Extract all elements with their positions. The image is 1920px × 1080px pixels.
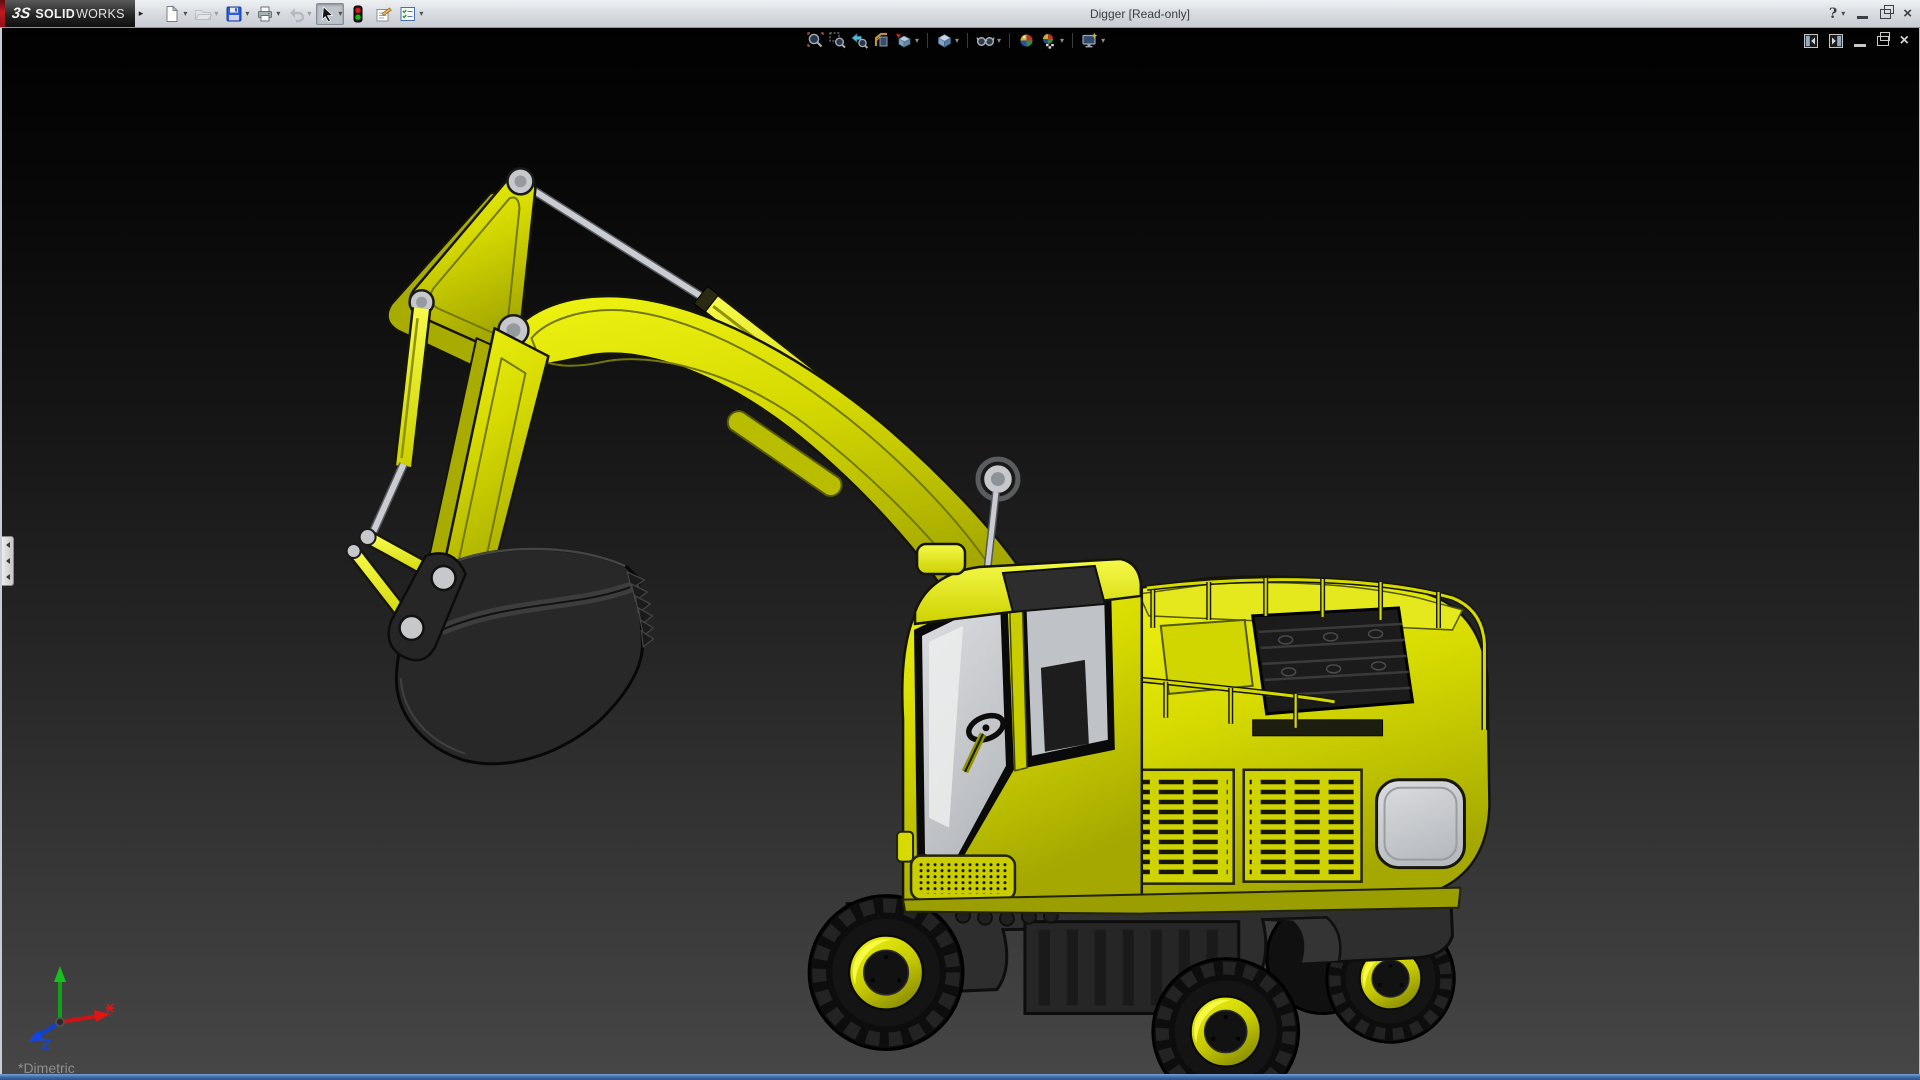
rebuild-button[interactable] [347, 3, 369, 25]
view-orientation-caret[interactable]: ▾ [915, 37, 919, 45]
hud-separator [967, 33, 968, 48]
wheel-front-left[interactable] [809, 896, 963, 1050]
help-button[interactable]: ? [1829, 6, 1837, 22]
document-title: Digger [Read-only] [1020, 7, 1260, 21]
file-properties-button[interactable] [372, 3, 394, 25]
new-document-button[interactable]: ▾ [161, 3, 189, 25]
help-dropdown-caret[interactable]: ▾ [1841, 10, 1845, 18]
edit-appearance-button[interactable] [1017, 31, 1036, 50]
open-dropdown-caret[interactable]: ▾ [214, 10, 218, 18]
display-style-caret[interactable]: ▾ [955, 37, 959, 45]
sunroof-panel [1003, 566, 1105, 612]
section-view-icon [873, 32, 890, 49]
options-icon [399, 5, 417, 23]
bucket[interactable] [389, 549, 654, 764]
menu-expand-arrow[interactable]: ▸ [135, 8, 152, 19]
hide-show-items-icon [976, 32, 995, 49]
zoom-to-fit-icon [807, 32, 824, 49]
open-button[interactable]: ▾ [192, 3, 220, 25]
stick-cylinder[interactable] [370, 308, 422, 540]
solidworks-logo[interactable]: 3S SOLID WORKS [5, 0, 135, 27]
apply-scene-icon [1040, 32, 1058, 49]
viewport-minimize-button[interactable] [1854, 44, 1866, 47]
featuremanager-collapse-tab[interactable] [2, 536, 14, 586]
bottom-edge-strip [0, 1074, 1920, 1080]
new-dropdown-caret[interactable]: ▾ [183, 10, 187, 18]
titlebar: 3S SOLID WORKS ▸ ▾ ▾ ▾ [0, 0, 1920, 28]
hud-separator [1009, 33, 1010, 48]
orientation-triad [16, 964, 116, 1050]
collapse-arrow-icon [6, 542, 10, 548]
titlebar-window-controls: ? ▾ × [1829, 0, 1912, 27]
display-style-button[interactable]: ▾ [935, 31, 960, 50]
zoom-to-fit-button[interactable] [806, 31, 825, 50]
edit-appearance-icon [1018, 32, 1035, 49]
heads-up-view-toolbar: ▾ ▾ ▾ [806, 31, 1106, 50]
undo-icon [287, 5, 305, 23]
print-button[interactable]: ▾ [254, 3, 282, 25]
apply-scene-caret[interactable]: ▾ [1060, 37, 1064, 45]
model-digger[interactable] [2, 28, 1919, 1074]
display-style-icon [936, 32, 953, 49]
hud-separator [1072, 33, 1073, 48]
view-orientation-button[interactable]: ▾ [894, 31, 920, 50]
collapse-arrow-icon [6, 574, 10, 580]
collapse-arrow-icon [6, 558, 10, 564]
section-view-button[interactable] [872, 31, 891, 50]
undo-dropdown-caret[interactable]: ▾ [307, 10, 311, 18]
view-orientation-icon [895, 32, 913, 49]
hide-show-items-button[interactable]: ▾ [975, 31, 1002, 50]
brand-bold: SOLID [35, 7, 75, 21]
checkered-flag [1046, 44, 1054, 49]
view-settings-caret[interactable]: ▾ [1101, 37, 1105, 45]
close-button[interactable]: × [1903, 6, 1912, 21]
hide-show-caret[interactable]: ▾ [997, 37, 1001, 45]
viewport-close-button[interactable]: × [1900, 33, 1909, 49]
print-icon [256, 5, 274, 23]
view-settings-icon [1081, 32, 1099, 49]
apply-scene-button[interactable]: ▾ [1039, 31, 1065, 50]
select-button[interactable]: ▾ [316, 3, 344, 25]
save-icon [225, 5, 243, 23]
rebuild-traffic-light-icon [349, 5, 367, 23]
options-button[interactable]: ▾ [397, 3, 425, 25]
select-dropdown-caret[interactable]: ▾ [338, 10, 342, 18]
print-dropdown-caret[interactable]: ▾ [276, 10, 280, 18]
save-button[interactable]: ▾ [223, 3, 251, 25]
graphics-viewport[interactable]: ▾ ▾ ▾ [0, 28, 1920, 1074]
view-settings-button[interactable]: ▾ [1080, 31, 1106, 50]
undo-button[interactable]: ▾ [285, 3, 313, 25]
options-dropdown-caret[interactable]: ▾ [419, 10, 423, 18]
brand-regular: WORKS [76, 7, 125, 21]
viewport-window-controls: × [1804, 33, 1909, 49]
restore-button[interactable] [1880, 9, 1891, 19]
previous-view-button[interactable] [850, 31, 869, 50]
minimize-button[interactable] [1857, 16, 1868, 19]
viewport-restore-button[interactable] [1877, 36, 1889, 46]
standard-toolbar: ▾ ▾ ▾ ▾ [161, 3, 425, 25]
hud-separator [927, 33, 928, 48]
save-dropdown-caret[interactable]: ▾ [245, 10, 249, 18]
open-icon [194, 5, 212, 23]
expand-display-pane-icon[interactable] [1829, 34, 1843, 48]
zoom-to-area-icon [829, 32, 846, 49]
brand-prefix: 3S [11, 5, 32, 22]
engine-deck[interactable] [1086, 577, 1490, 908]
expand-featuremanager-pane-icon[interactable] [1804, 34, 1818, 48]
zoom-to-area-button[interactable] [828, 31, 847, 50]
file-properties-icon [374, 5, 392, 23]
new-document-icon [163, 5, 181, 23]
previous-view-icon [851, 32, 868, 49]
seat [1041, 660, 1089, 752]
select-cursor-icon [318, 5, 336, 23]
